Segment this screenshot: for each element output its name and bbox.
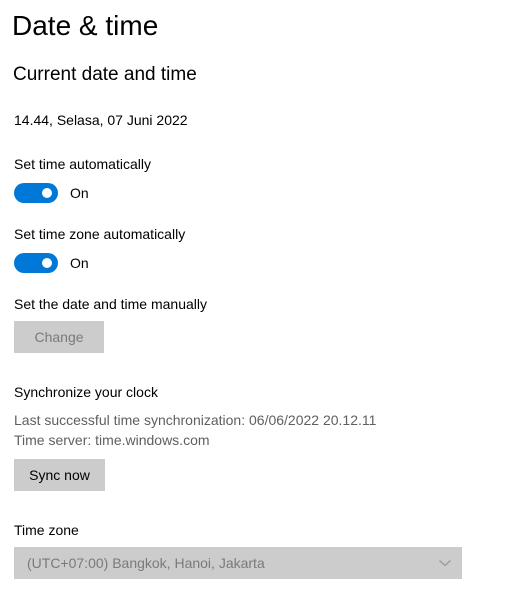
time-zone-dropdown: (UTC+07:00) Bangkok, Hanoi, Jakarta — [14, 547, 462, 579]
auto-timezone-state-label: On — [70, 255, 89, 271]
toggle-knob — [42, 188, 52, 198]
auto-time-toggle[interactable] — [14, 183, 58, 203]
manual-datetime-label: Set the date and time manually — [14, 296, 208, 312]
last-sync-text: Last successful time synchronization: 06… — [14, 412, 377, 428]
change-button: Change — [14, 321, 104, 353]
auto-time-label: Set time automatically — [14, 156, 151, 172]
toggle-knob — [42, 258, 52, 268]
time-server-text: Time server: time.windows.com — [14, 432, 210, 448]
chevron-down-icon — [439, 560, 451, 567]
time-zone-label: Time zone — [14, 522, 79, 538]
time-zone-selected: (UTC+07:00) Bangkok, Hanoi, Jakarta — [27, 555, 265, 571]
sync-now-button[interactable]: Sync now — [14, 459, 105, 491]
auto-timezone-toggle-row: On — [14, 253, 89, 273]
auto-timezone-toggle[interactable] — [14, 253, 58, 273]
page-title: Date & time — [12, 10, 159, 41]
auto-time-state-label: On — [70, 185, 89, 201]
current-datetime: 14.44, Selasa, 07 Juni 2022 — [14, 112, 188, 128]
section-title: Current date and time — [13, 64, 197, 85]
sync-clock-label: Synchronize your clock — [14, 384, 158, 400]
auto-timezone-label: Set time zone automatically — [14, 226, 186, 242]
auto-time-toggle-row: On — [14, 183, 89, 203]
